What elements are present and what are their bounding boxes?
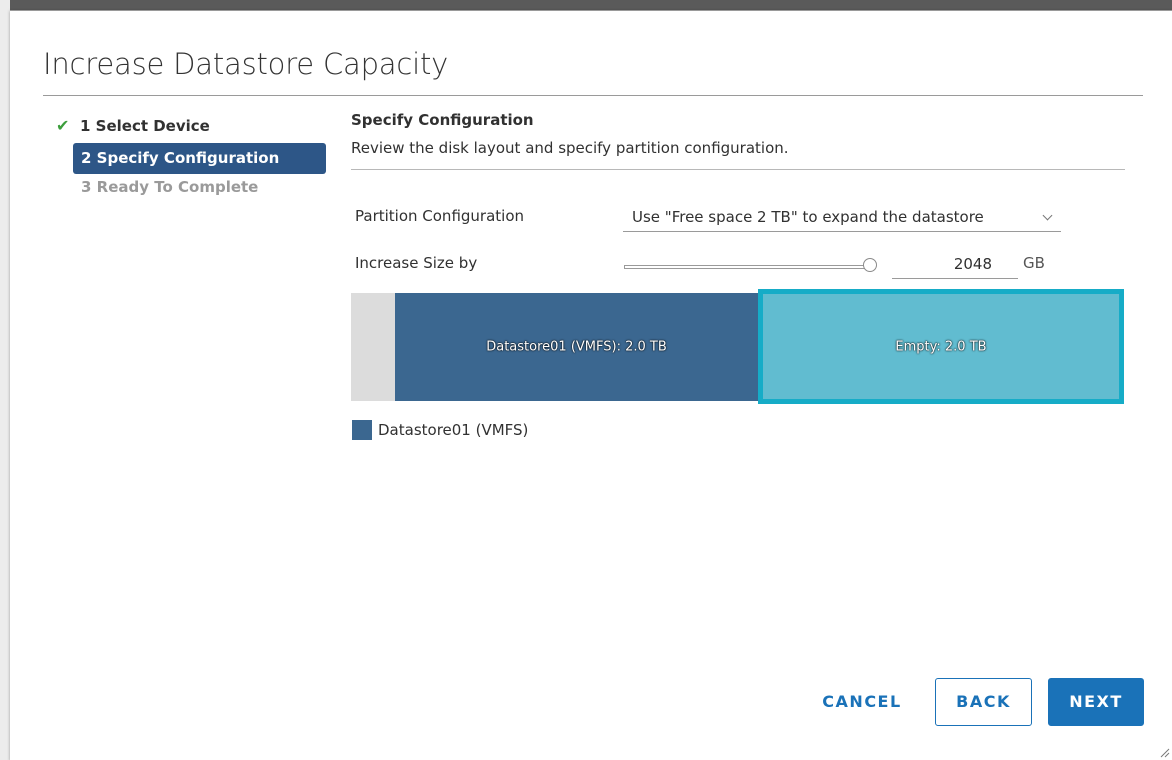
- background-window: [0, 0, 10, 760]
- disk-segment-unused: [351, 293, 395, 401]
- dialog-title: Increase Datastore Capacity: [43, 47, 449, 81]
- step-specify-configuration[interactable]: 2 Specify Configuration: [73, 143, 326, 174]
- segment-label: Empty: 2.0 TB: [895, 339, 987, 354]
- increase-size-slider[interactable]: [624, 265, 870, 269]
- partition-config-label: Partition Configuration: [355, 207, 525, 225]
- step-label: 3 Ready To Complete: [81, 178, 259, 196]
- chevron-down-icon: [1042, 210, 1053, 221]
- section-description: Review the disk layout and specify parti…: [351, 139, 789, 157]
- back-button[interactable]: BACK: [935, 678, 1032, 726]
- increase-size-label: Increase Size by: [355, 254, 478, 272]
- section-title: Specify Configuration: [351, 111, 534, 129]
- disk-segment-empty[interactable]: Empty: 2.0 TB: [758, 289, 1124, 404]
- slider-handle[interactable]: [863, 258, 877, 272]
- cancel-button[interactable]: CANCEL: [807, 678, 917, 726]
- step-label: 2 Specify Configuration: [81, 149, 280, 167]
- disk-layout-bar: Datastore01 (VMFS): 2.0 TB Empty: 2.0 TB: [351, 289, 1124, 404]
- disk-segment-datastore: Datastore01 (VMFS): 2.0 TB: [395, 293, 758, 401]
- step-content: Specify Configuration Review the disk la…: [351, 109, 1125, 279]
- legend-label: Datastore01 (VMFS): [378, 421, 529, 439]
- title-divider: [43, 95, 1143, 96]
- content-divider: [351, 169, 1125, 170]
- disk-legend: Datastore01 (VMFS): [352, 419, 528, 441]
- step-label: 1 Select Device: [80, 117, 210, 135]
- partition-config-value: Use "Free space 2 TB" to expand the data…: [632, 208, 984, 226]
- wizard-steps: ✔ 1 Select Device 2 Specify Configuration…: [52, 115, 326, 208]
- step-ready-to-complete: 3 Ready To Complete: [73, 176, 326, 208]
- check-icon: ✔: [56, 116, 70, 135]
- segment-label: Datastore01 (VMFS): 2.0 TB: [486, 339, 667, 355]
- increase-size-input[interactable]: 2048: [892, 249, 1018, 279]
- next-button[interactable]: NEXT: [1048, 678, 1144, 726]
- legend-swatch: [352, 420, 372, 440]
- resize-grip-icon[interactable]: [1158, 746, 1170, 758]
- size-unit: GB: [1023, 254, 1045, 272]
- slider-fill: [625, 266, 869, 268]
- partition-config-select[interactable]: Use "Free space 2 TB" to expand the data…: [623, 202, 1061, 232]
